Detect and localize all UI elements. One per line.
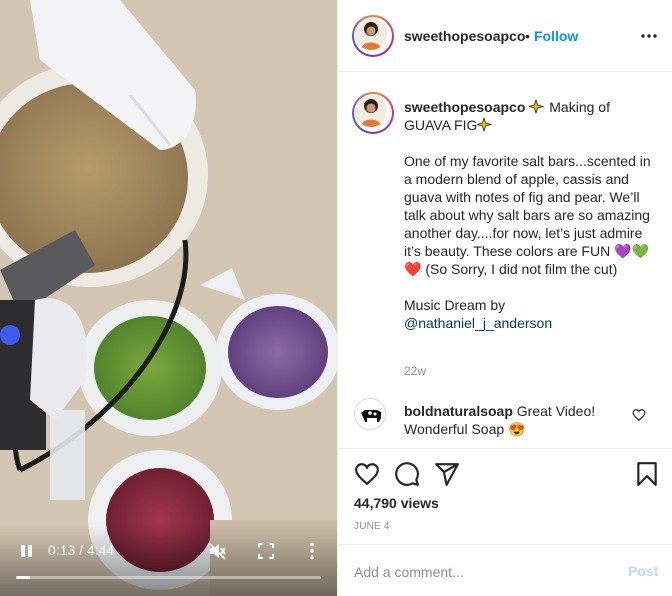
post-button[interactable]: Post bbox=[628, 563, 658, 579]
video-controls bbox=[0, 526, 337, 596]
video-player[interactable]: 0:13 / 4:44 bbox=[0, 0, 337, 596]
sparkles-icon bbox=[527, 98, 545, 115]
cow-logo-icon bbox=[361, 410, 381, 422]
post-username[interactable]: sweethopesoapco bbox=[404, 28, 525, 44]
mention-link[interactable]: @nathaniel_j_anderson bbox=[404, 314, 654, 332]
more-options-icon[interactable] bbox=[640, 33, 658, 39]
comment: boldnaturalsoap Great Video! Wonderful S… bbox=[404, 402, 634, 438]
caption-avatar[interactable] bbox=[352, 92, 394, 134]
post-panel: sweethopesoapco • Follow sweethopesoapco… bbox=[337, 0, 672, 596]
post-caption: sweethopesoapco Making of GUAVA FIG One … bbox=[404, 98, 654, 332]
add-comment-bar: Post bbox=[338, 544, 672, 596]
comment-icon[interactable] bbox=[394, 461, 420, 487]
comment-heart-icon[interactable] bbox=[632, 408, 646, 422]
avatar[interactable] bbox=[352, 15, 394, 57]
video-frame bbox=[0, 0, 337, 596]
sparkles-icon bbox=[475, 116, 493, 133]
pause-icon[interactable] bbox=[20, 545, 34, 559]
view-count[interactable]: 44,790 views bbox=[354, 495, 439, 511]
caption-username[interactable]: sweethopesoapco bbox=[404, 99, 525, 115]
separator-dot: • bbox=[525, 28, 530, 44]
comment-username[interactable]: boldnaturalsoap bbox=[404, 403, 513, 419]
action-bar: 44,790 views JUNE 4 bbox=[338, 448, 672, 544]
bookmark-icon[interactable] bbox=[634, 461, 660, 487]
caption-body: One of my favorite salt bars...scented i… bbox=[404, 153, 655, 277]
caption-music: Music Dream by bbox=[404, 297, 506, 313]
heart-icon[interactable] bbox=[354, 461, 380, 487]
muted-speaker-icon[interactable] bbox=[208, 542, 226, 560]
video-progress-bar[interactable] bbox=[16, 576, 321, 579]
post-date: JUNE 4 bbox=[354, 521, 390, 532]
more-vertical-icon[interactable] bbox=[309, 542, 315, 560]
comment-input[interactable] bbox=[354, 562, 604, 582]
comment-avatar[interactable] bbox=[354, 398, 386, 430]
video-time: 0:13 / 4:44 bbox=[48, 542, 115, 558]
post-age: 22w bbox=[404, 364, 427, 378]
post-header: sweethopesoapco • Follow bbox=[338, 0, 672, 72]
fullscreen-icon[interactable] bbox=[258, 543, 274, 559]
share-icon[interactable] bbox=[434, 461, 460, 487]
video-progress-fill bbox=[16, 576, 31, 579]
follow-button[interactable]: Follow bbox=[534, 28, 578, 44]
